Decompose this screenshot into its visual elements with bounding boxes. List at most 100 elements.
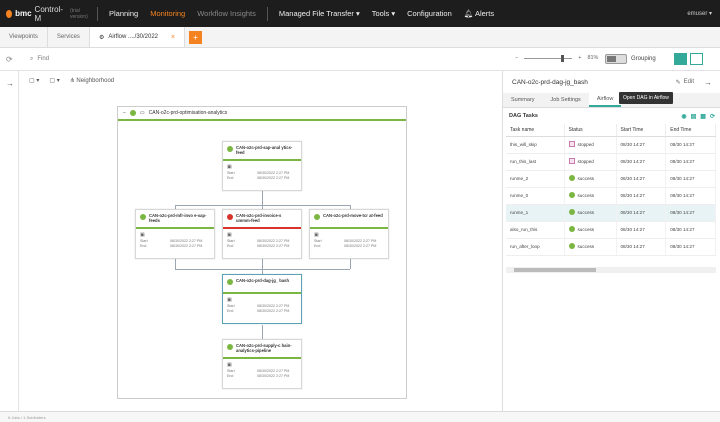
- task-start: 08/30 14:27: [616, 238, 667, 256]
- horizontal-scrollbar[interactable]: [506, 267, 716, 273]
- table-row[interactable]: runme_0 success 08/30 14:27 08/30 14:27: [506, 187, 716, 205]
- task-name: run_after_loop: [506, 238, 565, 256]
- col-task-name[interactable]: Task name: [506, 124, 565, 137]
- col-status[interactable]: Status: [564, 124, 617, 137]
- add-tab-button[interactable]: +: [188, 30, 202, 44]
- tab-airflow-details[interactable]: Airflow: [588, 93, 622, 107]
- job-name: CAN-o2c-prd-invoice-s ummm-feed: [236, 213, 282, 224]
- user-menu[interactable]: emuser ▾: [687, 10, 720, 17]
- details-panel: CAN-o2c-prd-dag-jg_bash ✎ Edit → Summary …: [502, 71, 720, 411]
- document-menu-2-icon[interactable]: ▢ ▾: [49, 77, 59, 84]
- view-switcher: [674, 53, 703, 65]
- refresh-icon[interactable]: ⟳: [6, 55, 18, 64]
- job-node[interactable]: CAN-o2c-prd-sap-anal ytics-feed ▣ Start 0…: [222, 141, 302, 191]
- nav-workflow-insights[interactable]: Workflow Insights: [191, 9, 262, 18]
- table-row[interactable]: runme_1 success 08/30 14:27 08/30 14:27: [506, 204, 716, 222]
- edit-button[interactable]: ✎ Edit: [676, 79, 694, 86]
- task-start: 08/30 14:27: [616, 204, 667, 222]
- success-icon: [140, 214, 146, 220]
- copy-icon[interactable]: ▤: [691, 113, 697, 120]
- open-airflow-icon[interactable]: ◉: [681, 113, 686, 120]
- nav-tools[interactable]: Tools ▾: [366, 9, 401, 18]
- expand-arrow-icon[interactable]: →: [6, 79, 14, 88]
- refresh-icon[interactable]: ⟳: [710, 113, 715, 120]
- connector: [262, 325, 263, 339]
- left-strip: →: [0, 71, 19, 411]
- task-name: this_will_skip: [506, 136, 565, 154]
- scrollbar-thumb[interactable]: [514, 268, 596, 272]
- panel-title: CAN-o2c-prd-dag-jg_bash: [512, 78, 588, 86]
- job-end-label: End: [227, 309, 234, 314]
- table-row[interactable]: run_this_last stopped 08/30 14:27 08/30 14:…: [506, 153, 716, 171]
- job-name: CAN-o2c-prd-move-tcr at-feed: [323, 213, 383, 218]
- zoom-slider[interactable]: [524, 54, 573, 62]
- grid-icon[interactable]: ▦: [700, 113, 706, 120]
- status-bar: 6 Jobs / 1 Subfolders: [0, 411, 720, 422]
- task-name: also_run_this: [506, 221, 565, 239]
- job-name: CAN-o2c-prd-supply-c hain-analytics-pipe…: [236, 343, 292, 354]
- tab-summary[interactable]: Summary: [503, 93, 543, 107]
- table-row[interactable]: run_after_loop success 08/30 14:27 08/30 14…: [506, 238, 716, 256]
- close-icon[interactable]: ×: [171, 34, 175, 41]
- job-node[interactable]: CAN-o2c-prd-invoice-s ummm-feed ▣ Start 0…: [222, 209, 302, 259]
- flow-canvas: − ▭ CAN-o2c-prd-optimisation-analytics C…: [19, 89, 501, 411]
- connector: [175, 259, 176, 269]
- nav-mft[interactable]: Managed File Transfer ▾: [273, 9, 366, 18]
- table-row[interactable]: runme_2 success 08/30 14:27 08/30 14:27: [506, 170, 716, 188]
- job-name: CAN-o2c-prd-mfr-invo e-sap-feeds: [149, 213, 207, 224]
- col-start-time[interactable]: Start Time: [616, 124, 667, 137]
- job-node[interactable]: CAN-o2c-prd-mfr-invo e-sap-feeds ▣ Start…: [135, 209, 215, 259]
- nav-alerts[interactable]: 🔔︎ Alerts: [458, 9, 500, 18]
- tab-services[interactable]: Services: [48, 27, 90, 47]
- grouping-toggle[interactable]: [605, 54, 627, 64]
- job-node-selected[interactable]: CAN-o2c-prd-dag-jg_ bash ▣ Start 08/30/20…: [222, 274, 302, 324]
- job-end-label: End: [314, 244, 321, 249]
- table-row[interactable]: also_run_this success 08/30 14:27 08/30 14:…: [506, 221, 716, 239]
- job-end-label: End: [140, 244, 147, 249]
- search-row: ⟳ ⌕ Find − + 81% Grouping: [0, 48, 720, 71]
- search-input[interactable]: ⌕ Find: [30, 56, 230, 63]
- tab-airflow[interactable]: ⚙ Airflow ..../30/2022 ×: [89, 27, 185, 47]
- task-end: 08/30 14:27: [665, 170, 716, 188]
- success-icon: [568, 226, 575, 232]
- pencil-icon: ✎: [675, 79, 681, 86]
- task-status-label: stopped: [577, 158, 594, 164]
- job-type-icon: ▣: [227, 362, 232, 368]
- flow-folder-header[interactable]: − ▭ CAN-o2c-prd-optimisation-analytics: [118, 107, 406, 121]
- success-icon: [568, 209, 575, 215]
- task-status: stopped: [564, 153, 617, 171]
- flow-folder[interactable]: − ▭ CAN-o2c-prd-optimisation-analytics C…: [117, 106, 407, 399]
- job-node[interactable]: CAN-o2c-prd-move-tcr at-feed ▣ Start 08/3…: [309, 209, 389, 259]
- search-placeholder: Find: [37, 56, 50, 62]
- task-start: 08/30 14:27: [616, 153, 667, 171]
- task-status-label: success: [577, 209, 595, 215]
- task-start: 08/30 14:27: [616, 187, 667, 205]
- panel-arrow-icon[interactable]: →: [704, 78, 712, 87]
- grid-view-button[interactable]: [674, 53, 687, 65]
- flow-title: CAN-o2c-prd-optimisation-analytics: [148, 110, 228, 116]
- document-menu-icon[interactable]: ▢ ▾: [29, 77, 39, 84]
- neighborhood-button[interactable]: ⋔ Neighborhood: [70, 77, 114, 84]
- nav-planning[interactable]: Planning: [103, 9, 144, 18]
- tab-airflow-label: Airflow ..../30/2022: [108, 34, 159, 40]
- success-icon: [227, 146, 233, 152]
- task-status: success: [564, 238, 617, 256]
- tab-job-settings[interactable]: Job Settings: [543, 93, 589, 107]
- table-row[interactable]: this_will_skip stopped 08/30 14:27 08/30 14…: [506, 136, 716, 154]
- grouping-label: Grouping: [631, 56, 656, 62]
- nav-configuration[interactable]: Configuration: [401, 9, 458, 18]
- zoom-in-icon[interactable]: +: [578, 55, 581, 61]
- job-end: 08/30/2022 2:27 PM: [170, 244, 203, 249]
- zoom-slider-knob[interactable]: [560, 54, 564, 62]
- zoom-out-icon[interactable]: −: [515, 55, 518, 61]
- brand-version: (trial version): [70, 7, 88, 20]
- list-view-button[interactable]: [690, 53, 703, 65]
- task-status: stopped: [564, 136, 617, 154]
- task-end: 08/30 14:27: [665, 153, 716, 171]
- job-node[interactable]: CAN-o2c-prd-supply-c hain-analytics-pipe…: [222, 339, 302, 389]
- tab-viewpoints[interactable]: Viewpoints: [0, 27, 48, 47]
- col-end-time[interactable]: End Time: [665, 124, 716, 137]
- nav-monitoring[interactable]: Monitoring: [144, 9, 191, 18]
- job-type-icon: ▣: [227, 232, 232, 238]
- collapse-icon[interactable]: −: [123, 110, 126, 116]
